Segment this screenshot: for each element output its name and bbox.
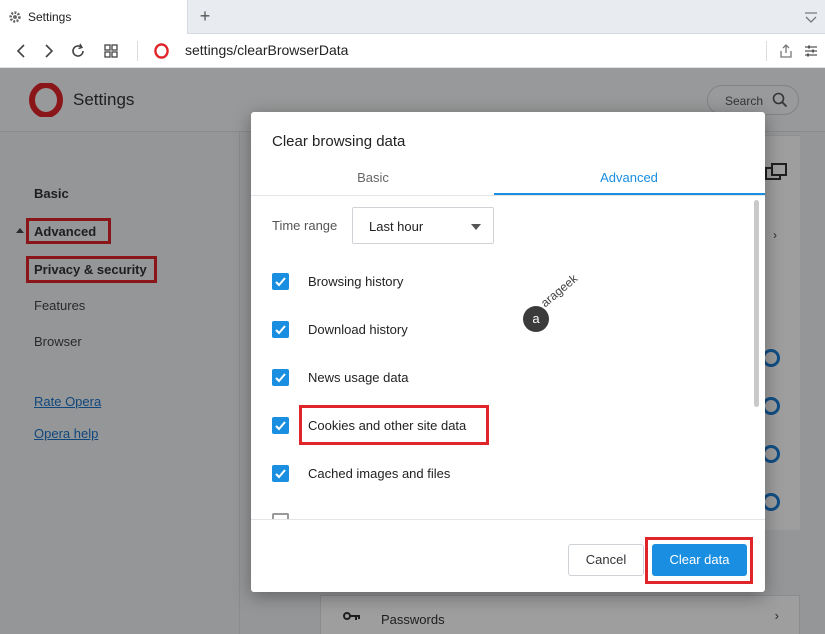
tab-menu-icon[interactable]	[803, 9, 819, 25]
time-range-value: Last hour	[369, 219, 424, 234]
tab-title: Settings	[28, 10, 72, 24]
checkmark-icon	[275, 277, 286, 287]
clear-browsing-data-dialog: Clear browsing data Basic Advanced Time …	[251, 112, 765, 592]
tab-strip: Settings +	[0, 0, 825, 34]
divider	[766, 41, 767, 61]
option-label: News usage data	[308, 370, 409, 385]
back-icon[interactable]	[14, 43, 30, 59]
dialog-title: Clear browsing data	[272, 133, 406, 150]
checkmark-icon	[275, 421, 286, 431]
checkbox-checked[interactable]	[272, 417, 289, 434]
easy-setup-icon[interactable]	[803, 43, 819, 59]
option-label: Download history	[308, 322, 408, 337]
checkbox-checked[interactable]	[272, 465, 289, 482]
forward-icon[interactable]	[40, 43, 56, 59]
divider	[251, 195, 765, 196]
gear-icon	[9, 11, 21, 23]
highlight-box	[299, 405, 489, 445]
checkmark-icon	[275, 373, 286, 383]
checkmark-icon	[275, 325, 286, 335]
address-bar	[0, 34, 825, 68]
checkbox-checked[interactable]	[272, 369, 289, 386]
cancel-button[interactable]: Cancel	[568, 544, 644, 576]
divider	[251, 519, 765, 520]
option-label: Cached images and files	[308, 466, 451, 481]
divider	[137, 41, 138, 61]
new-tab-button[interactable]: +	[196, 5, 214, 27]
watermark-text: arageek	[538, 271, 581, 310]
watermark: a arageek	[523, 271, 580, 332]
time-range-select[interactable]: Last hour	[352, 207, 494, 244]
checkbox-checked[interactable]	[272, 273, 289, 290]
share-icon[interactable]	[778, 43, 794, 59]
tab-advanced[interactable]: Advanced	[509, 170, 749, 185]
dropdown-caret-icon	[471, 224, 481, 230]
url-field[interactable]: settings/clearBrowserData	[185, 42, 348, 58]
speed-dial-icon[interactable]	[103, 43, 119, 59]
option-label: Browsing history	[308, 274, 404, 289]
active-tab-indicator	[494, 193, 765, 195]
tab-settings[interactable]: Settings	[0, 0, 188, 34]
reload-icon[interactable]	[70, 43, 86, 59]
watermark-logo: a	[523, 306, 549, 332]
scrollbar-thumb[interactable]	[754, 200, 759, 407]
tab-basic[interactable]: Basic	[253, 170, 493, 185]
opera-logo-icon	[154, 43, 169, 59]
time-range-label: Time range	[272, 218, 338, 233]
checkmark-icon	[275, 469, 286, 479]
checkbox-checked[interactable]	[272, 321, 289, 338]
highlight-box	[645, 537, 753, 584]
